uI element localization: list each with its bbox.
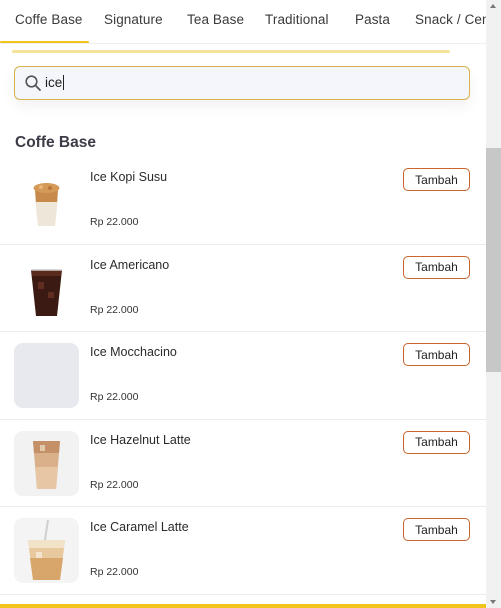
- section-title: Coffe Base: [15, 134, 96, 151]
- product-name: Ice Kopi Susu: [90, 170, 168, 184]
- category-tabs: Coffe Base Signature Tea Base Traditiona…: [0, 0, 486, 44]
- tab-pasta[interactable]: Pasta: [355, 12, 390, 27]
- tab-signature[interactable]: Signature: [104, 12, 163, 27]
- product-name: Ice Mocchacino: [90, 345, 177, 359]
- tab-traditional[interactable]: Traditional: [265, 12, 329, 27]
- product-image-placeholder: [14, 343, 79, 408]
- product-name: Ice Caramel Latte: [90, 520, 189, 534]
- product-price: Rp 22.000: [90, 391, 139, 403]
- tab-snack-cemilan[interactable]: Snack / Cemilan: [415, 12, 486, 27]
- iced-hazelnut-latte-icon: [33, 440, 60, 489]
- accent-divider: [12, 50, 450, 53]
- search-value: ice: [45, 75, 63, 90]
- product-name: Ice Americano: [90, 257, 170, 272]
- scrollbar-thumb[interactable]: [486, 148, 501, 372]
- iced-coffee-milk-icon: [33, 183, 60, 226]
- add-button[interactable]: Tambah: [403, 518, 470, 541]
- add-button[interactable]: Tambah: [403, 168, 470, 191]
- scroll-down-icon[interactable]: [490, 600, 496, 604]
- list-item: Ice Caramel Latte Rp 22.000 Tambah: [0, 507, 486, 595]
- iced-caramel-latte-icon: [28, 519, 65, 580]
- tab-coffe-base[interactable]: Coffe Base: [15, 12, 83, 27]
- scroll-up-icon[interactable]: [490, 4, 496, 8]
- list-item: Ice Mocchacino Rp 22.000 Tambah: [0, 332, 486, 420]
- scrollbar[interactable]: [486, 0, 501, 608]
- list-item: Ice Hazelnut Latte Rp 22.000 Tambah: [0, 420, 486, 507]
- add-button[interactable]: Tambah: [403, 430, 470, 454]
- product-price: Rp 22.000: [90, 303, 139, 316]
- tab-tea-base[interactable]: Tea Base: [187, 12, 244, 27]
- add-button[interactable]: Tambah: [403, 343, 470, 366]
- product-image: [14, 255, 79, 321]
- add-button[interactable]: Tambah: [403, 255, 470, 279]
- list-item: Ice Kopi Susu Rp 22.000 Tambah: [0, 157, 486, 245]
- product-price: Rp 22.000: [90, 566, 139, 578]
- product-image: [14, 518, 79, 583]
- product-list: Ice Kopi Susu Rp 22.000 Tambah Ice Ameri…: [0, 157, 486, 595]
- search-icon: [25, 75, 41, 91]
- bottom-accent-bar: [0, 604, 486, 608]
- product-price: Rp 22.000: [90, 216, 139, 228]
- product-image: [14, 430, 79, 496]
- product-name: Ice Hazelnut Latte: [90, 432, 191, 447]
- iced-americano-icon: [31, 268, 62, 316]
- search-input[interactable]: ice: [14, 66, 470, 100]
- list-item: Ice Americano Rp 22.000 Tambah: [0, 245, 486, 332]
- product-image: [14, 168, 79, 233]
- product-price: Rp 22.000: [90, 478, 139, 491]
- active-tab-indicator: [0, 41, 89, 43]
